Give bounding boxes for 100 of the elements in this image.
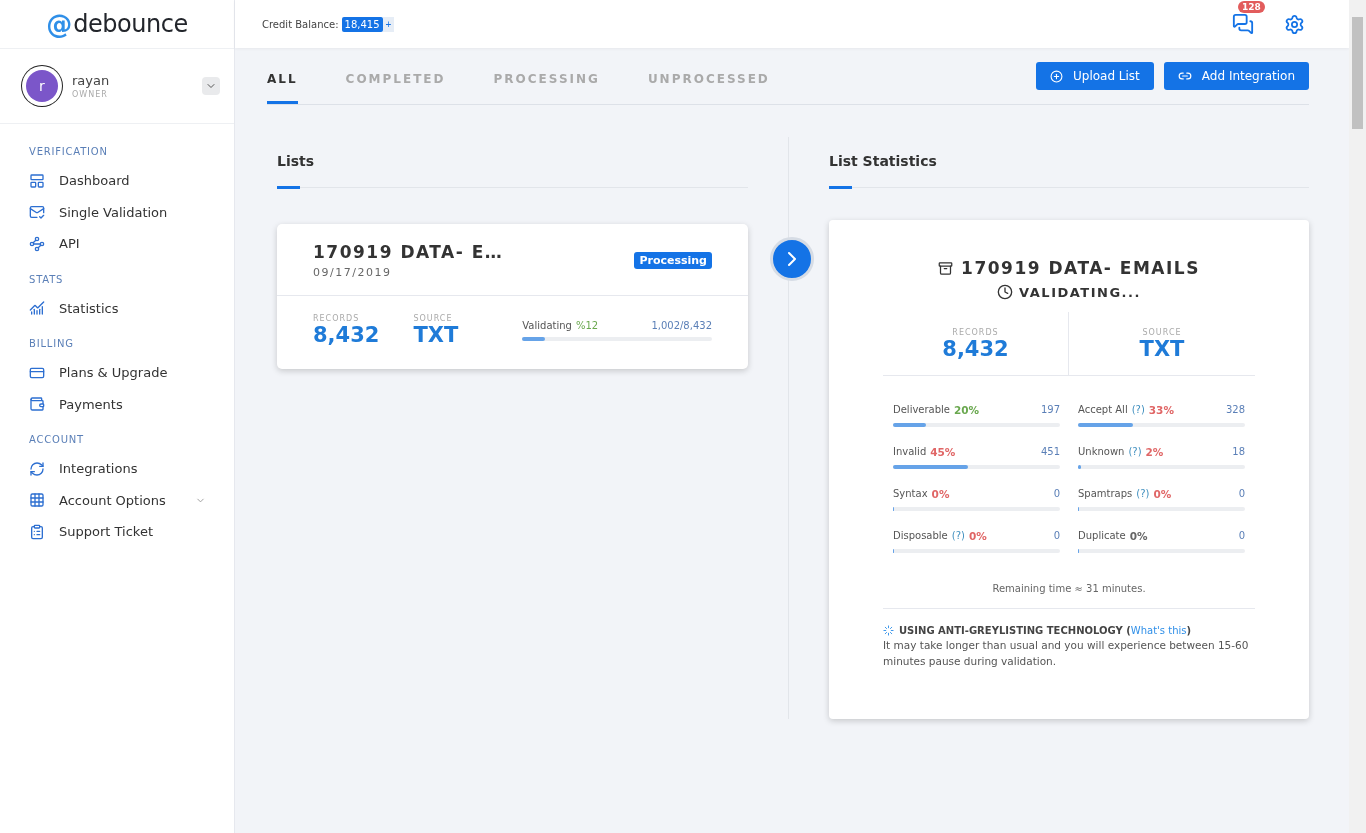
stat-label: Syntax xyxy=(893,488,928,500)
sidebar-label: Support Ticket xyxy=(59,524,154,540)
stat-count: 0 xyxy=(1238,530,1245,542)
sidebar-label: Plans & Upgrade xyxy=(59,365,169,381)
remaining-time: Remaining time ≈ 31 minutes. xyxy=(883,553,1255,609)
user-menu-button[interactable] xyxy=(202,77,220,95)
upload-button[interactable]: Upload List xyxy=(1036,62,1154,90)
sidebar-label: Account Options xyxy=(59,492,167,508)
stat-count: 0 xyxy=(1053,530,1060,542)
logo-text: debounce xyxy=(73,12,188,36)
section-title: List Statistics xyxy=(829,137,1309,188)
records-label: RECORDS xyxy=(951,328,1000,337)
user-role: OWNER xyxy=(72,90,109,99)
stat-count: 197 xyxy=(1040,404,1060,416)
stat-count: 451 xyxy=(1040,446,1060,458)
grid-icon xyxy=(29,492,45,509)
section-title: BILLING xyxy=(29,338,75,349)
sidebar-item[interactable]: Single Validation xyxy=(29,196,234,228)
section-title: ACCOUNT xyxy=(29,434,85,445)
link-icon xyxy=(1177,69,1192,83)
section-title: VERIFICATION xyxy=(29,146,109,157)
stat-percent: 0% xyxy=(931,488,950,500)
help-link[interactable]: (?) xyxy=(1136,488,1150,500)
chart-icon xyxy=(29,300,45,317)
stat-label: Accept All xyxy=(1078,404,1128,416)
sidebar-label: API xyxy=(59,236,81,252)
layout-icon xyxy=(29,172,45,189)
stat-count: 18 xyxy=(1232,446,1245,458)
user-name: rayan xyxy=(72,73,111,88)
records-value: 8,432 xyxy=(313,323,380,347)
help-link[interactable]: (?) xyxy=(951,530,965,542)
list-name: 170919 DATA- EMAILS xyxy=(961,258,1200,278)
sidebar-item[interactable]: Dashboard xyxy=(29,165,234,197)
status-badge: Processing xyxy=(634,252,712,269)
stat-percent: 2% xyxy=(1145,446,1164,458)
stat-percent: 0% xyxy=(968,530,987,542)
sidebar-item[interactable]: Payments xyxy=(29,388,234,420)
wallet-icon xyxy=(29,396,45,413)
progress-percent: %12 xyxy=(575,320,599,331)
help-link[interactable]: (?) xyxy=(1131,404,1145,416)
stat-label: Spamtraps xyxy=(1078,488,1133,500)
list-name: 170919 DATA- E… xyxy=(313,242,505,262)
list-card[interactable]: 170919 DATA- E… 09/17/2019 Processing RECORDS 8,432 SOURCE TXT Validating %12 1,002/8,432 xyxy=(277,224,748,369)
notice-heading: USING ANTI-GREYLISTING TECHNOLOGY (What's this) xyxy=(899,625,1192,636)
sidebar-item[interactable]: Account Options xyxy=(29,484,234,516)
section-title: Lists xyxy=(277,137,748,188)
stat-count: 328 xyxy=(1225,404,1245,416)
notification-badge: 128 xyxy=(1238,1,1265,13)
progress-count: 1,002/8,432 xyxy=(651,320,712,331)
settings-button[interactable] xyxy=(1284,13,1305,35)
source-value: TXT xyxy=(1138,337,1186,361)
sidebar-item[interactable]: Support Ticket xyxy=(29,516,234,548)
list-date: 09/17/2019 xyxy=(313,266,393,279)
spinner-icon xyxy=(883,625,894,636)
tab[interactable]: ALL xyxy=(267,48,298,104)
stat-label: Disposable xyxy=(893,530,948,542)
source-value: TXT xyxy=(413,323,459,347)
stat-percent: 0% xyxy=(1153,488,1172,500)
stat-label: Unknown xyxy=(1078,446,1125,458)
source-label: SOURCE xyxy=(1141,328,1183,337)
next-button[interactable] xyxy=(770,237,814,281)
section-title: STATS xyxy=(29,273,65,285)
clipboard-icon xyxy=(29,523,45,540)
stat-label: Duplicate xyxy=(1078,530,1126,542)
stat-percent: 33% xyxy=(1148,404,1174,416)
sidebar-item[interactable]: Integrations xyxy=(29,453,234,485)
stat-percent: 20% xyxy=(954,404,980,416)
chat-icon xyxy=(1232,13,1254,35)
stat-percent: 0% xyxy=(1129,530,1148,542)
clock-icon xyxy=(997,284,1014,300)
stat-count: 0 xyxy=(1053,488,1060,500)
records-label: RECORDS xyxy=(313,314,361,323)
sidebar-label: Integrations xyxy=(59,461,139,477)
stat-label: Deliverable xyxy=(893,404,950,416)
sidebar-label: Payments xyxy=(59,396,124,412)
stat-percent: 45% xyxy=(930,446,956,458)
whats-this-link[interactable]: What's this xyxy=(1130,625,1187,636)
notice-text: It may take longer than usual and you will experience between 15-60 minutes pause during validation. xyxy=(883,638,1250,669)
credit-label: Credit Balance: xyxy=(262,18,339,30)
source-label: SOURCE xyxy=(413,314,454,323)
integration-button[interactable]: Add Integration xyxy=(1163,62,1309,90)
archive-icon xyxy=(938,260,954,276)
stat-label: Invalid xyxy=(893,446,927,458)
sidebar-label: Single Validation xyxy=(59,204,169,220)
sidebar-label: Statistics xyxy=(59,300,120,316)
envelope-icon xyxy=(29,204,45,221)
progress-label: Validating xyxy=(522,320,572,331)
records-value: 8,432 xyxy=(941,337,1010,361)
stat-count: 0 xyxy=(1238,488,1245,500)
sidebar-label: Dashboard xyxy=(59,173,131,189)
refresh-icon xyxy=(29,460,45,477)
messages-button[interactable] xyxy=(1232,13,1254,35)
sidebar-item[interactable]: Statistics xyxy=(29,292,234,324)
sidebar-item[interactable]: API xyxy=(29,228,234,260)
help-link[interactable]: (?) xyxy=(1128,446,1142,458)
logo-mark: @ xyxy=(46,11,73,37)
sidebar-item[interactable]: Plans & Upgrade xyxy=(29,357,234,389)
logo[interactable]: @debounce xyxy=(0,0,234,49)
settings-icon xyxy=(1284,13,1305,35)
plus-circle-icon xyxy=(1050,69,1063,83)
